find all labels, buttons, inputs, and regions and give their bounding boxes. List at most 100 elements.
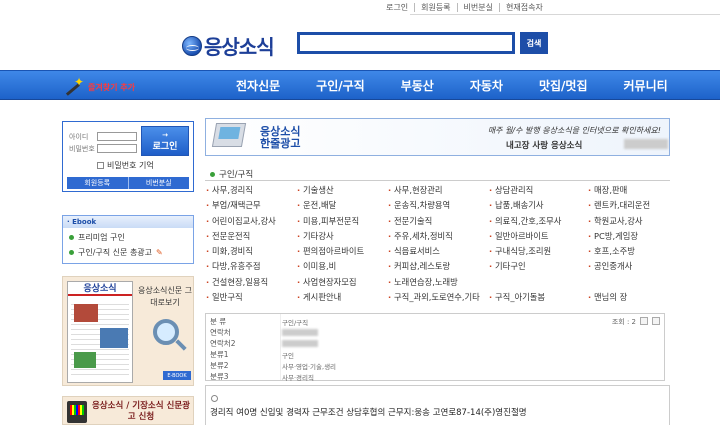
category-link[interactable]: 게시판안내 (297, 291, 388, 306)
detail-row-class2: 분류2 사무·영업·기술,생리 (210, 360, 336, 371)
category-link[interactable]: 건설현장,일용직 (206, 276, 297, 291)
category-link[interactable]: 부업/재택근무 (206, 199, 297, 214)
bullet-icon (69, 235, 74, 240)
category-link[interactable]: 호프,소주방 (588, 245, 670, 260)
newspaper-photo (100, 328, 128, 348)
category-link[interactable]: 맨님의 장 (588, 291, 670, 306)
category-link[interactable]: 구직_과외,도로연수,기타 (388, 291, 489, 306)
remember-password-label: 비밀번호 기억 (107, 161, 154, 170)
detail-row-contact2: 연락처2 (210, 338, 318, 349)
redacted-value (282, 340, 318, 347)
category-link[interactable]: 렌트카,대리운전 (588, 199, 670, 214)
register-link[interactable]: 회원등록 (414, 2, 456, 12)
newspaper-promo[interactable]: 응상소식 응상소식신문 그대로보기 E-BOOK (62, 276, 194, 386)
category-link[interactable]: 사무,경리직 (206, 184, 297, 199)
remember-password[interactable]: 비밀번호 기억 (97, 160, 154, 171)
top-links-divider (410, 14, 720, 15)
category-link[interactable]: 전문기술직 (388, 215, 489, 230)
category-link[interactable]: 매장,판매 (588, 184, 670, 199)
category-link[interactable]: 다방,유흥주점 (206, 260, 297, 275)
category-link[interactable]: 주유,세차,정비직 (388, 230, 489, 245)
category-link[interactable]: 편의점아르바이트 (297, 245, 388, 260)
category-link[interactable]: 기타구인 (489, 260, 588, 275)
detail-key: 분류1 (210, 350, 229, 359)
ad-request-banner[interactable]: 응상소식 / 기장소식 신문광고 신청 (62, 396, 194, 425)
ebook-item-jobs-ads[interactable]: 구인/구직 신문 총광고 ✎ (69, 247, 193, 258)
register-button[interactable]: 회원등록 (67, 177, 128, 189)
category-link[interactable]: 기술생산 (297, 184, 388, 199)
ad-request-text: 응상소식 / 기장소식 신문광고 신청 (91, 401, 190, 422)
category-link[interactable]: PC방,게임장 (588, 230, 670, 245)
nav-community[interactable]: 커뮤니티 (624, 77, 668, 94)
category-link[interactable]: 전문운전직 (206, 230, 297, 245)
promo-title: 응상소식신문 그대로보기 (137, 286, 193, 307)
category-link[interactable]: 커피샵,레스토랑 (388, 260, 489, 275)
login-link[interactable]: 로그인 (380, 3, 414, 12)
newspaper-photo (74, 304, 98, 322)
nav-cars[interactable]: 자동차 (470, 77, 503, 94)
remember-password-checkbox[interactable] (97, 162, 104, 169)
category-link[interactable]: 미화,경비직 (206, 245, 297, 260)
login-button[interactable]: → 로그인 (141, 126, 189, 156)
ebook-button[interactable]: E-BOOK (163, 371, 191, 380)
detail-value: 구인 (282, 351, 294, 360)
id-input[interactable] (97, 132, 137, 141)
category-link[interactable]: 미용,피부전문직 (297, 215, 388, 230)
lost-password-button[interactable]: 비번분실 (127, 177, 190, 189)
category-link[interactable]: 일반아르바이트 (489, 230, 588, 245)
nav-restaurants[interactable]: 맛집/멋집 (539, 77, 588, 94)
category-link[interactable]: 식음료서비스 (388, 245, 489, 260)
redacted-text (624, 139, 668, 149)
category-link[interactable]: 이미용,비 (297, 260, 388, 275)
ebook-item-premium[interactable]: 프리미엄 구인 (69, 232, 193, 243)
ebook-item-label: 구인/구직 신문 총광고 (78, 248, 153, 257)
category-link[interactable]: 사업현장자모집 (297, 276, 388, 291)
search-input[interactable] (297, 32, 515, 54)
redacted-value (282, 329, 318, 336)
category-link[interactable]: 구내식당,조리원 (489, 245, 588, 260)
page: 로그인 회원등록 비번분실 현재접속자 응상소식 검색 즐겨찾기 추가 전자신문… (0, 0, 720, 425)
login-button-label: 로그인 (152, 141, 178, 152)
category-link[interactable]: 노래연습장,노래방 (388, 276, 489, 291)
detail-key: 분류2 (210, 361, 229, 370)
top-links: 로그인 회원등록 비번분실 현재접속자 (380, 0, 720, 14)
newspaper-photo (74, 352, 96, 368)
category-link[interactable]: 기타강사 (297, 230, 388, 245)
site-logo[interactable]: 응상소식 (182, 31, 275, 60)
add-favorite[interactable]: 즐겨찾기 추가 (62, 75, 135, 96)
detail-key: 분 류 (210, 317, 227, 326)
logo-text: 응상소식 (204, 35, 275, 59)
nav-real-estate[interactable]: 부동산 (401, 77, 434, 94)
nav-e-newspaper[interactable]: 전자신문 (236, 77, 280, 94)
category-link[interactable]: 상담관리직 (489, 184, 588, 199)
password-input[interactable] (97, 144, 137, 153)
current-users-link[interactable]: 현재접속자 (499, 2, 549, 12)
id-label: 아이디 (69, 133, 89, 141)
magic-wand-icon (62, 75, 84, 96)
category-link[interactable]: 운전,배달 (297, 199, 388, 214)
category-link[interactable]: 공인중개사 (588, 260, 670, 275)
category-link[interactable]: 의료직,간호,조무사 (489, 215, 588, 230)
post-detail-table: 분 류 구인/구직 연락처 연락처2 분류1 구인 분류2 사무·영업·기술,생… (205, 313, 665, 382)
ebook-header: · Ebook (63, 216, 193, 228)
category-link[interactable]: 구직_아기돌봄 (489, 291, 588, 306)
post-body: 경리직 여0명 신입및 경력자 근무조건 상담후협의 근무지:웅송 고연로87-… (210, 408, 527, 418)
delete-icon[interactable] (652, 317, 660, 325)
category-link[interactable]: 어린이집교사,강사 (206, 215, 297, 230)
search-button[interactable]: 검색 (520, 32, 548, 54)
category-link[interactable]: 운송직,차량용역 (388, 199, 489, 214)
one-line-ad-banner: 응상소식 한줄광고 매주 월/수 발행 응상소식을 인터넷으로 확인하세요! 내… (205, 118, 670, 156)
detail-row-contact: 연락처 (210, 327, 318, 338)
detail-row-class3: 분류3 사무·경리직 (210, 371, 314, 382)
category-link[interactable]: 납품,배송기사 (489, 199, 588, 214)
detail-key: 분류3 (210, 372, 229, 381)
lost-password-link[interactable]: 비번분실 (456, 2, 499, 12)
category-link[interactable]: 일반구직 (206, 291, 297, 306)
category-link[interactable]: 학원교사,강사 (588, 215, 670, 230)
banner-title: 응상소식 한줄광고 (260, 126, 300, 150)
category-link[interactable]: 사무,현장관리 (388, 184, 489, 199)
pencil-icon: ✎ (156, 248, 163, 257)
edit-icon[interactable] (640, 317, 648, 325)
nav-jobs[interactable]: 구인/구직 (316, 77, 365, 94)
banner-title-line2: 한줄광고 (260, 137, 301, 150)
